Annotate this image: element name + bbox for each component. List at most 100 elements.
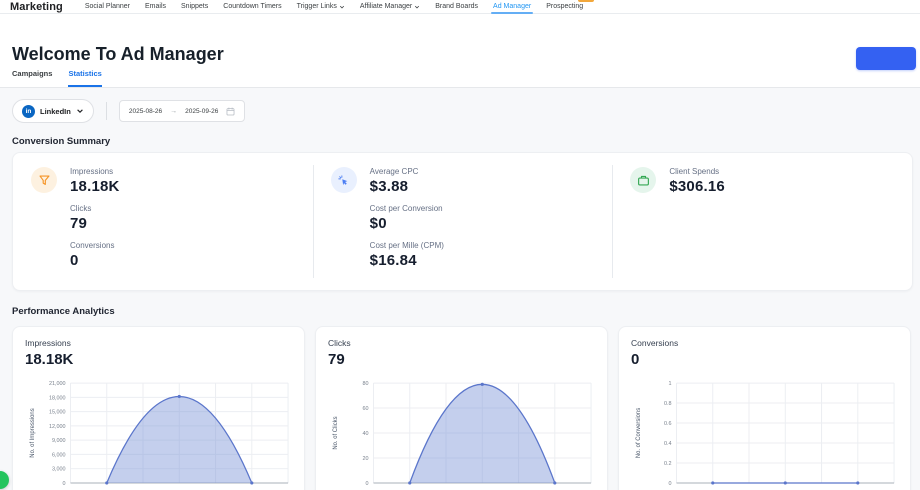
metric-value: $16.84	[370, 252, 444, 269]
chevron-down-icon	[76, 107, 84, 115]
metric-label: Conversions	[70, 241, 120, 250]
nav-item-label: Snippets	[181, 3, 208, 10]
summary-column-spend: Client Spends $306.16	[612, 153, 912, 290]
wallet-icon	[630, 167, 656, 193]
date-start: 2025-08-26	[129, 108, 162, 115]
funnel-icon	[31, 167, 57, 193]
metric-value: $0	[370, 215, 444, 232]
summary-column-traffic: Impressions 18.18K Clicks 79 Conversions…	[13, 153, 313, 290]
nav-item-label: Brand Boards	[435, 3, 478, 10]
filter-bar: in LinkedIn 2025-08-26 → 2025-09-26	[12, 99, 245, 123]
nav-item-countdown-timers[interactable]: Countdown Timers	[223, 0, 281, 14]
nav-item-prospecting[interactable]: Prospecting NEW	[546, 0, 583, 14]
date-end: 2025-09-26	[185, 108, 218, 115]
svg-text:6,000: 6,000	[52, 452, 66, 458]
metric-value: $306.16	[669, 178, 725, 195]
impressions-chart: 21,00018,00015,00012,0009,0006,0003,0000…	[25, 377, 292, 490]
impressions-chart-card: Impressions 18.18K 21,000 18,000 15,000 12,…	[12, 326, 305, 490]
page-title: Welcome To Ad Manager	[12, 44, 224, 65]
svg-text:9,000: 9,000	[52, 438, 66, 444]
nav-item-social-planner[interactable]: Social Planner	[85, 0, 130, 14]
nav-item-label: Trigger Links	[297, 3, 337, 10]
svg-text:0: 0	[669, 481, 672, 487]
metric-value: $3.88	[370, 178, 444, 195]
svg-text:No. of Conversions: No. of Conversions	[636, 408, 642, 458]
nav-item-label: Affiliate Manager	[360, 3, 412, 10]
svg-text:0: 0	[366, 481, 369, 487]
nav-item-affiliate-manager[interactable]: Affiliate Manager	[360, 0, 420, 14]
metric-label: Client Spends	[669, 167, 725, 176]
svg-text:No. of Clicks: No. of Clicks	[333, 416, 339, 449]
chart-total: 18.18K	[25, 351, 292, 368]
metric-conversions: Conversions 0	[70, 241, 120, 269]
nav-item-label: Emails	[145, 3, 166, 10]
metric-average-cpc: Average CPC $3.88	[370, 167, 444, 195]
metric-list: Average CPC $3.88 Cost per Conversion $0…	[370, 167, 444, 276]
metric-list: Impressions 18.18K Clicks 79 Conversions…	[70, 167, 120, 276]
chart-title: Impressions	[25, 338, 292, 348]
metric-label: Cost per Mille (CPM)	[370, 241, 444, 250]
platform-label: LinkedIn	[40, 107, 71, 116]
metric-impressions: Impressions 18.18K	[70, 167, 120, 195]
calendar-icon	[226, 107, 235, 116]
chart-total: 0	[631, 351, 898, 368]
metric-label: Average CPC	[370, 167, 444, 176]
conversions-chart: 10.80.60.40.20No. of Conversions	[631, 377, 898, 490]
svg-text:80: 80	[363, 381, 369, 387]
metric-value: 18.18K	[70, 178, 120, 195]
tab-bar: Campaigns Statistics	[12, 69, 102, 87]
nav-item-brand-boards[interactable]: Brand Boards	[435, 0, 478, 14]
conversion-summary-card: Impressions 18.18K Clicks 79 Conversions…	[12, 152, 913, 291]
metric-cost-per-conversion: Cost per Conversion $0	[370, 204, 444, 232]
tab-statistics[interactable]: Statistics	[68, 69, 101, 87]
platform-select[interactable]: in LinkedIn	[12, 99, 94, 123]
svg-text:0.2: 0.2	[664, 461, 672, 467]
performance-analytics-title: Performance Analytics	[12, 306, 115, 317]
nav-item-emails[interactable]: Emails	[145, 0, 166, 14]
svg-text:21,000: 21,000	[49, 381, 66, 387]
svg-text:0.8: 0.8	[664, 401, 672, 407]
svg-text:12,000: 12,000	[49, 424, 66, 430]
brand-logo[interactable]: Marketing	[10, 1, 63, 13]
clicks-chart: 806040200No. of Clicks	[328, 377, 595, 490]
metric-list: Client Spends $306.16	[669, 167, 725, 276]
metric-label: Cost per Conversion	[370, 204, 444, 213]
svg-text:1: 1	[669, 381, 672, 387]
metric-clicks: Clicks 79	[70, 204, 120, 232]
svg-text:0.6: 0.6	[664, 421, 672, 427]
svg-text:No. of Impressions: No. of Impressions	[30, 408, 36, 457]
metric-client-spends: Client Spends $306.16	[669, 167, 725, 195]
svg-text:60: 60	[363, 406, 369, 412]
metric-value: 0	[70, 252, 120, 269]
metric-value: 79	[70, 215, 120, 232]
svg-text:0: 0	[63, 481, 66, 487]
nav-item-snippets[interactable]: Snippets	[181, 0, 208, 14]
svg-text:18,000: 18,000	[49, 395, 66, 401]
date-range-picker[interactable]: 2025-08-26 → 2025-09-26	[119, 100, 246, 122]
page-header: Welcome To Ad Manager Campaigns Statisti…	[0, 14, 920, 88]
svg-text:15,000: 15,000	[49, 410, 66, 416]
top-navigation: Marketing Social Planner Emails Snippets…	[0, 0, 920, 14]
new-badge: NEW	[578, 0, 595, 2]
nav-item-trigger-links[interactable]: Trigger Links	[297, 0, 345, 14]
clicks-chart-card: Clicks 79 806040200No. of Clicks	[315, 326, 608, 490]
conversions-chart-card: Conversions 0 10.80.60.40.20No. of Conve…	[618, 326, 911, 490]
arrow-right-icon: →	[170, 108, 177, 115]
chart-title: Clicks	[328, 338, 595, 348]
chart-title: Conversions	[631, 338, 898, 348]
nav-item-ad-manager[interactable]: Ad Manager	[493, 0, 531, 14]
conversion-summary-title: Conversion Summary	[12, 136, 110, 147]
primary-action-button[interactable]	[856, 47, 916, 70]
metric-label: Impressions	[70, 167, 120, 176]
chevron-down-icon	[339, 4, 345, 10]
tab-campaigns[interactable]: Campaigns	[12, 69, 52, 87]
cursor-click-icon	[331, 167, 357, 193]
metric-cpm: Cost per Mille (CPM) $16.84	[370, 241, 444, 269]
chevron-down-icon	[414, 4, 420, 10]
linkedin-icon: in	[22, 105, 35, 118]
nav-item-label: Ad Manager	[493, 3, 531, 10]
divider	[106, 102, 107, 120]
metric-label: Clicks	[70, 204, 120, 213]
svg-text:20: 20	[363, 456, 369, 462]
chat-widget-button[interactable]	[0, 471, 9, 489]
